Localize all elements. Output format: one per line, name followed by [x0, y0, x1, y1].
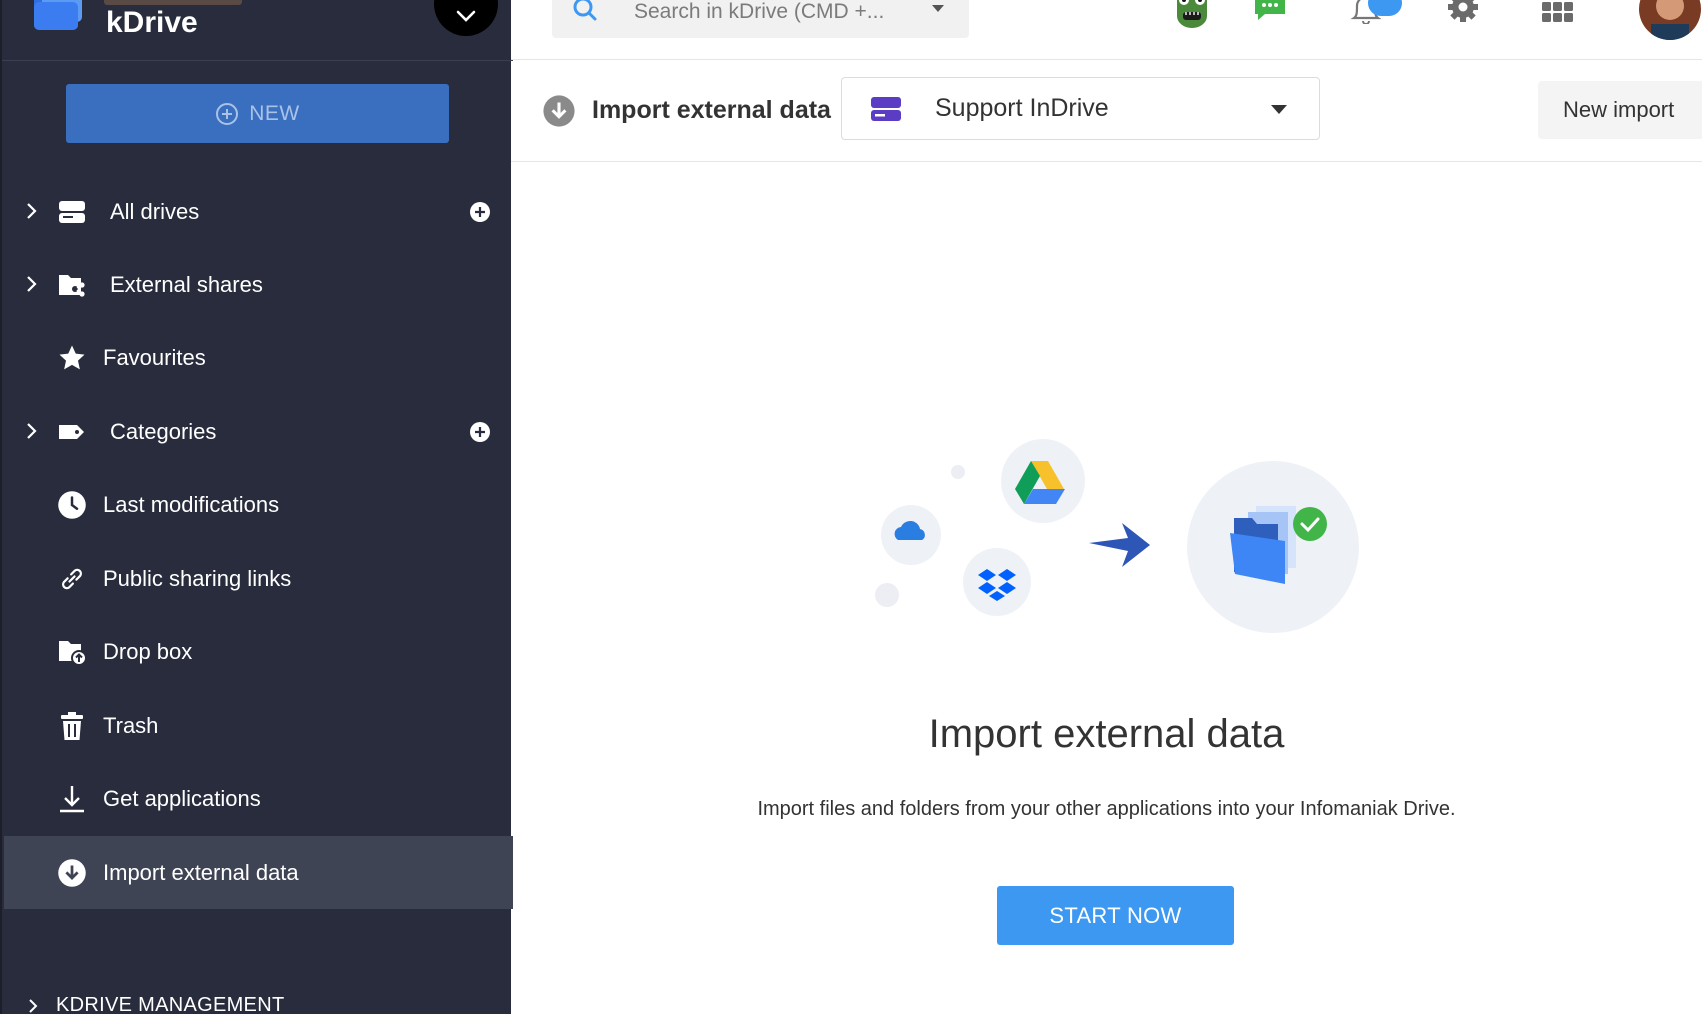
notification-badge[interactable]: [1368, 0, 1402, 16]
link-icon: [56, 563, 88, 595]
chevron-right-icon: [29, 999, 38, 1013]
decor-dot: [951, 465, 965, 479]
sidebar-item-categories[interactable]: Categories: [4, 395, 513, 468]
new-button-label: NEW: [249, 101, 300, 125]
sidebar-item-public-sharing-links[interactable]: Public sharing links: [4, 542, 513, 615]
drive-icon: [56, 196, 88, 228]
arrow-right-icon: [1089, 523, 1150, 567]
sidebar-item-label: Categories: [110, 418, 217, 444]
sidebar-item-all-drives[interactable]: All drives: [4, 175, 513, 248]
add-drive-icon[interactable]: [469, 201, 491, 223]
sidebar-item-label: All drives: [110, 198, 200, 224]
chevron-right-icon[interactable]: [26, 202, 38, 220]
trash-icon: [56, 710, 88, 742]
chevron-down-icon: [456, 10, 476, 22]
chat-icon[interactable]: [1253, 0, 1287, 22]
clock-icon: [56, 489, 88, 521]
new-button[interactable]: NEW: [66, 84, 449, 143]
kdrive-management-section[interactable]: KDRIVE MANAGEMENT: [4, 992, 513, 1022]
apps-grid-icon[interactable]: [1541, 0, 1575, 26]
sidebar-item-get-applications[interactable]: Get applications: [4, 762, 513, 835]
add-category-icon[interactable]: [469, 421, 491, 443]
monster-avatar-icon[interactable]: [1171, 0, 1213, 28]
sidebar-item-label: External shares: [110, 271, 263, 297]
chevron-right-icon[interactable]: [26, 275, 38, 293]
shared-folder-icon: [56, 269, 88, 301]
caret-down-icon: [1271, 105, 1287, 114]
start-now-button[interactable]: START NOW: [997, 886, 1234, 945]
sidebar: kDrive NEW All drives External shares Fa…: [0, 0, 513, 1016]
sidebar-item-label: Get applications: [103, 785, 261, 811]
search-options-caret-icon[interactable]: [931, 4, 945, 13]
settings-gear-icon[interactable]: [1446, 0, 1480, 24]
sidebar-item-label: Favourites: [103, 344, 206, 370]
empty-state-description: Import files and folders from your other…: [757, 798, 1456, 820]
drive-select[interactable]: Support InDrive: [841, 77, 1320, 140]
sidebar-item-drop-box[interactable]: Drop box: [4, 615, 513, 688]
sidebar-item-favourites[interactable]: Favourites: [4, 321, 513, 394]
sidebar-item-label: Trash: [103, 712, 159, 738]
tag-icon: [56, 416, 88, 448]
search-icon: [573, 0, 597, 21]
google-drive-icon: [1001, 439, 1085, 523]
drive-select-value: Support InDrive: [935, 94, 1109, 122]
new-import-button[interactable]: New import: [1538, 81, 1702, 139]
dropbox-folder-icon: [56, 636, 88, 668]
top-bar: Search in kDrive (CMD +...: [511, 0, 1702, 60]
brand-header: kDrive: [2, 0, 513, 61]
toolbar: Import external data Support InDrive: [511, 60, 1702, 162]
download-icon: [56, 783, 88, 815]
sidebar-item-label: Public sharing links: [103, 565, 292, 591]
search-bar[interactable]: Search in kDrive (CMD +...: [552, 0, 969, 38]
sidebar-item-trash[interactable]: Trash: [4, 689, 513, 762]
page-title: Import external data: [592, 96, 831, 124]
sidebar-item-last-modifications[interactable]: Last modifications: [4, 468, 513, 541]
plus-circle-icon: [216, 102, 239, 125]
import-illustration: [875, 439, 1359, 633]
onedrive-icon: [881, 505, 941, 565]
sidebar-item-label: Last modifications: [103, 491, 280, 517]
sidebar-item-label: Drop box: [103, 638, 193, 664]
account-switch-button[interactable]: [434, 0, 498, 36]
chevron-right-icon[interactable]: [26, 422, 38, 440]
kdrive-folder-icon: [1187, 461, 1359, 633]
brand-thumbnail: [104, 0, 242, 5]
sidebar-item-import-external-data[interactable]: Import external data: [4, 836, 513, 909]
search-input[interactable]: Search in kDrive (CMD +...: [634, 0, 884, 24]
kdrive-logo-icon: [34, 0, 82, 30]
sidebar-item-label: Import external data: [103, 859, 299, 885]
empty-state-title: Import external data: [928, 712, 1285, 756]
sidebar-item-external-shares[interactable]: External shares: [4, 248, 513, 321]
app-name: kDrive: [106, 6, 198, 39]
drive-icon: [871, 97, 901, 121]
star-icon: [56, 342, 88, 374]
import-icon: [543, 95, 575, 127]
user-avatar[interactable]: [1637, 0, 1702, 40]
dropbox-icon: [963, 548, 1031, 616]
import-icon: [56, 857, 88, 889]
decor-dot: [875, 583, 899, 607]
